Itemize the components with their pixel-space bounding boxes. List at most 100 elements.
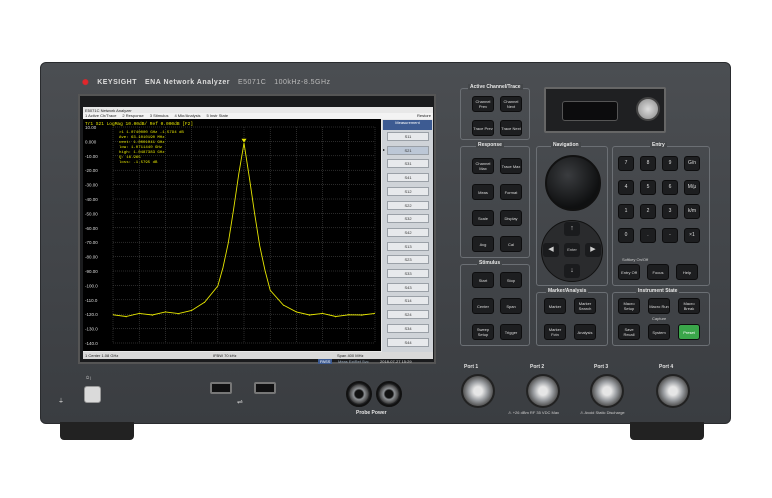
nav-up-icon[interactable]: ↑ [564,222,580,236]
trigger-key[interactable]: Trigger [500,324,522,340]
trace-plot[interactable]: 10.00 0.000 -10.00 -20.00 -30.00 -40.00 -50.00… [83,119,381,351]
marker-key[interactable]: Marker [544,298,566,314]
channel-next-key[interactable]: Channel Next [500,96,522,112]
key-g-n[interactable]: G/n [684,156,700,171]
key-7[interactable]: 7 [618,156,634,171]
response-label: Response [476,142,504,148]
macro-break-key[interactable]: Macro Break [678,298,700,314]
trace-point [309,315,310,316]
key-3[interactable]: 3 [662,204,678,219]
probe-power-connector-1[interactable] [346,381,372,407]
port-3-connector[interactable] [590,374,624,408]
ground-icon: ⏚ [58,399,65,405]
macro-run-key[interactable]: Macro Run [648,298,670,314]
softkey-s13[interactable]: S13 [387,241,429,251]
softkey-s32[interactable]: S32 [387,214,429,224]
key-entry-off[interactable]: Entry Off [618,264,640,280]
marker-search-key[interactable]: Marker Search [574,298,596,314]
marker-fctn-key[interactable]: Marker Fctn [544,324,566,340]
key-focus[interactable]: Focus [647,264,669,280]
trace-prev-key[interactable]: Trace Prev [472,120,494,136]
key-help[interactable]: Help [676,264,698,280]
marker-1-icon[interactable] [241,138,247,143]
key-1[interactable]: 1 [618,204,634,219]
macro-setup-key[interactable]: Macro Setup [618,298,640,314]
trace-point [125,316,127,318]
preset-key[interactable]: Preset [678,324,700,340]
softkey-s11[interactable]: S11 [387,132,429,141]
softkey-s31[interactable]: S31 [387,159,429,169]
center-key[interactable]: Center [472,298,494,314]
key-0[interactable]: 0 [618,228,634,243]
softkey-s42[interactable]: S42 [387,227,429,237]
restore-button[interactable]: Restore [417,113,433,119]
enter-key[interactable]: Enter [564,243,580,257]
start-key[interactable]: Start [472,272,494,288]
softkey-s24[interactable]: S24 [387,310,429,320]
sweep-setup-key[interactable]: Sweep Setup [472,324,494,340]
port-2-label: Port 2 [530,364,545,370]
key-5[interactable]: 5 [640,180,656,195]
key-minus[interactable]: - [662,228,678,243]
key-4[interactable]: 4 [618,180,634,195]
channel-max-key[interactable]: Channel Max [472,158,494,174]
port-2-connector[interactable] [526,374,560,408]
softkey-s21[interactable]: S21 [387,145,429,155]
usb-port-1[interactable] [210,382,232,394]
key-x1[interactable]: ×1 [684,228,700,243]
trace-point [227,241,229,243]
analysis-key[interactable]: Analysis [574,324,596,340]
nav-left-icon[interactable]: ◀ [543,243,559,257]
trace-header: Tr1 S21 LogMag 10.00dB/ Ref 0.000dB [F2] [85,121,193,127]
scale-key[interactable]: Scale [472,210,494,226]
power-button[interactable] [84,386,101,403]
nav-right-icon[interactable]: ▶ [585,243,601,257]
softkey-s23[interactable]: S23 [387,255,429,265]
trace-point [243,143,245,145]
probe-power-label: Probe Power [356,410,387,416]
softkey-s22[interactable]: S22 [387,200,429,210]
trace-point [165,311,166,312]
softkey-s33[interactable]: S33 [387,269,429,278]
system-key[interactable]: System [648,324,670,340]
softkey-s41[interactable]: S41 [387,173,429,183]
usb-port-2[interactable] [254,382,276,394]
port-4-connector[interactable] [656,374,690,408]
key-k-m[interactable]: k/m [684,204,700,219]
softkey-s43[interactable]: S43 [387,282,429,292]
port-1-connector[interactable] [461,374,495,408]
lock-icon[interactable] [636,97,660,121]
format-key[interactable]: Format [500,184,522,200]
trace-next-key[interactable]: Trace Next [500,120,522,136]
key-dot[interactable]: . [640,228,656,243]
softkey-s34[interactable]: S34 [387,323,429,333]
softkey-s14[interactable]: S14 [387,296,429,306]
usb-icon: ⇌ [237,399,243,406]
display-key[interactable]: Display [500,210,522,226]
right-foot [630,422,704,440]
avg-key[interactable]: Avg [472,236,494,252]
key-9[interactable]: 9 [662,156,678,171]
rotary-knob[interactable] [545,155,601,211]
meas-key[interactable]: Meas [472,184,494,200]
key-m-u[interactable]: M/μ [684,180,700,195]
stop-key[interactable]: Stop [500,272,522,288]
display-screen[interactable]: E5071C Network Analyzer 1 Active Ch/Trac… [83,107,433,359]
softkey-s44[interactable]: S44 [387,337,429,347]
marker-info-line: cent: 1.0001041 GHz [119,141,165,145]
key-8[interactable]: 8 [640,156,656,171]
y-tick-label: -80.00 [85,255,98,260]
cal-key[interactable]: Cal [500,236,522,252]
softkey-s12[interactable]: S12 [387,186,429,196]
trace-max-key[interactable]: Trace Max [500,158,522,174]
save-recall-key[interactable]: Save Recall [618,324,640,340]
probe-power-connector-2[interactable] [376,381,402,407]
trace-point [283,305,284,306]
trace-point [374,312,376,314]
key-2[interactable]: 2 [640,204,656,219]
trace-point [217,285,219,286]
span-key[interactable]: Span [500,298,522,314]
channel-prev-key[interactable]: Channel Prev [472,96,494,112]
key-6[interactable]: 6 [662,180,678,195]
nav-down-icon[interactable]: ↓ [564,264,580,278]
